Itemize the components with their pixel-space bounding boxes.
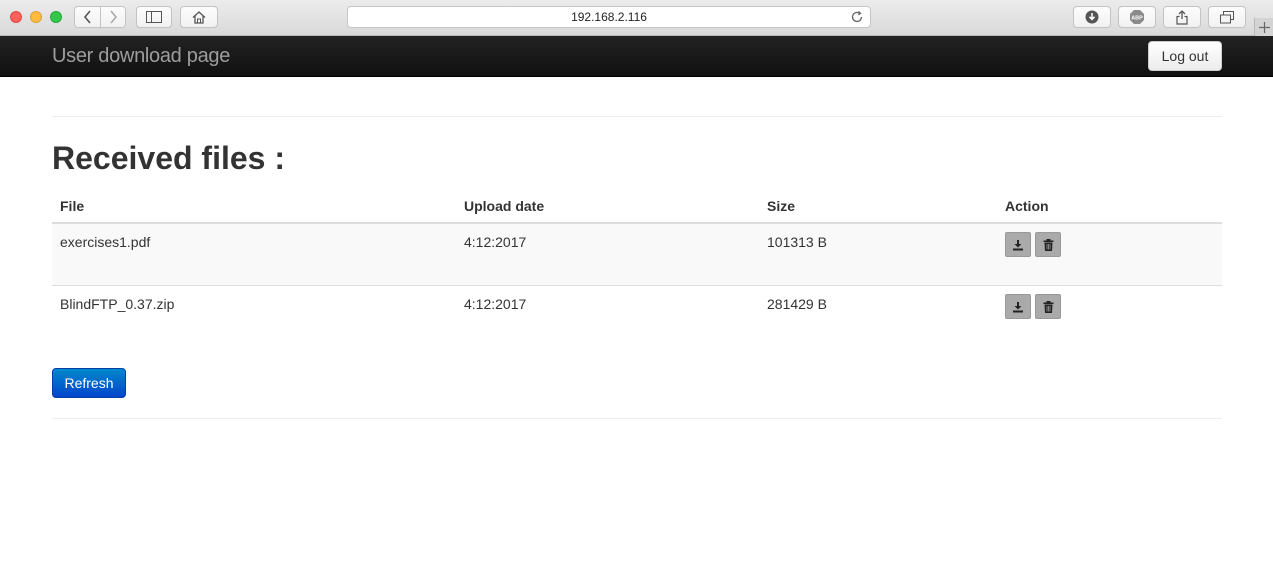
trash-icon [1043, 300, 1053, 313]
tabs-overview-button[interactable] [1208, 6, 1246, 28]
forward-button[interactable] [100, 7, 125, 27]
header-size: Size [767, 198, 796, 214]
history-nav [74, 6, 126, 28]
file-size: 281429 B [767, 296, 827, 312]
delete-button[interactable] [1035, 232, 1061, 257]
file-size: 101313 B [767, 234, 827, 250]
chevron-right-icon [110, 10, 118, 24]
upload-date: 4:12:2017 [464, 296, 527, 312]
browser-toolbar: 192.168.2.116 ABP [0, 0, 1273, 36]
files-table: File Upload date Size Action exercises1.… [52, 190, 1222, 348]
refresh-button[interactable]: Refresh [52, 368, 126, 398]
download-icon [1013, 301, 1023, 312]
share-button[interactable] [1163, 6, 1201, 28]
delete-button[interactable] [1035, 294, 1061, 319]
table-row: exercises1.pdf 4:12:2017 101313 B [52, 224, 1222, 286]
reload-icon[interactable] [850, 10, 864, 24]
plus-icon [1258, 21, 1270, 33]
address-text: 192.168.2.116 [571, 10, 647, 24]
download-button[interactable] [1005, 294, 1031, 319]
sidebar-icon [146, 11, 162, 23]
adblock-icon: ABP [1130, 10, 1144, 24]
zoom-window-button[interactable] [50, 11, 62, 23]
home-button[interactable] [180, 6, 218, 28]
page-title: Received files : [52, 140, 285, 176]
close-window-button[interactable] [10, 11, 22, 23]
chevron-left-icon [83, 10, 91, 24]
table-row: BlindFTP_0.37.zip 4:12:2017 281429 B [52, 286, 1222, 348]
share-icon [1176, 9, 1188, 25]
home-icon [192, 10, 206, 24]
table-header-row: File Upload date Size Action [52, 190, 1222, 224]
adblock-button[interactable]: ABP [1118, 6, 1156, 28]
trash-icon [1043, 238, 1053, 251]
header-action: Action [1005, 198, 1049, 214]
upload-date: 4:12:2017 [464, 234, 527, 250]
logout-button[interactable]: Log out [1148, 41, 1222, 71]
top-divider [52, 116, 1222, 117]
minimize-window-button[interactable] [30, 11, 42, 23]
tabs-icon [1220, 10, 1234, 23]
header-file: File [60, 198, 85, 214]
downloads-button[interactable] [1073, 6, 1111, 28]
file-name: BlindFTP_0.37.zip [60, 296, 175, 312]
header-upload-date: Upload date [464, 198, 545, 214]
file-name: exercises1.pdf [60, 234, 151, 250]
new-tab-button[interactable] [1254, 18, 1273, 36]
download-icon [1013, 239, 1023, 250]
bottom-divider [52, 418, 1222, 419]
brand-title[interactable]: User download page [52, 45, 230, 68]
navbar: User download page Log out [0, 36, 1273, 77]
download-button[interactable] [1005, 232, 1031, 257]
back-button[interactable] [75, 7, 100, 27]
sidebar-button[interactable] [136, 6, 172, 28]
svg-text:ABP: ABP [1131, 16, 1143, 22]
address-bar[interactable]: 192.168.2.116 [347, 6, 871, 28]
download-circle-icon [1085, 10, 1099, 24]
